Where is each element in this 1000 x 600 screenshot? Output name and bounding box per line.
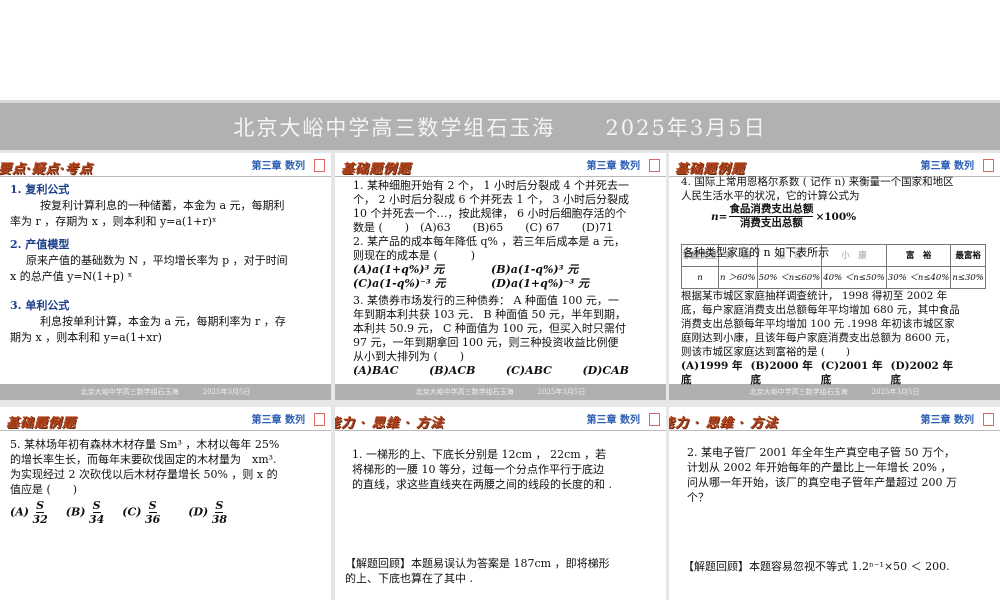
- formula-numerator: 食品消费支出总额: [729, 203, 814, 217]
- option-d: (D)a(1+q%)⁻³ 元: [491, 277, 589, 290]
- slide-title: 能力 · 思维 · 方法: [335, 416, 445, 431]
- slide-thumbnail-3[interactable]: 基础题例题 第三章 数列 4. 国际上常用恩格尔系数 ( 记作 n) 来衡量一个…: [669, 153, 1000, 400]
- slide-title: 要点·疑点·考点: [0, 162, 94, 177]
- slide-grid: 要点·疑点·考点 第三章 数列 1. 复利公式 按复利计算利息的一种储蓄，本金为…: [0, 150, 1000, 600]
- solution-review: 【解题回顾】本题容易忽视不等式 1.2ⁿ⁻¹×50 ＜ 200.: [683, 560, 950, 573]
- footer-school: 北京大峪中学高三数学组石玉海: [415, 388, 514, 396]
- table-header: 富 裕: [885, 244, 952, 267]
- option-denominator: 34: [88, 513, 105, 526]
- question-3: 3. 某债券市场发行的三种债券： A 种面值 100 元，一年到期本利共获 10…: [353, 294, 627, 363]
- slide-thumbnail-1[interactable]: 要点·疑点·考点 第三章 数列 1. 复利公式 按复利计算利息的一种储蓄，本金为…: [0, 153, 331, 400]
- option-c: (C)2001 年底: [820, 360, 883, 386]
- option-a: (A)a(1+q%)³ 元: [353, 263, 445, 276]
- slide-thumbnail-2[interactable]: 基础题例题 第三章 数列 1. 某种细胞开始有 2 个， 1 小时后分裂成 4 …: [335, 153, 666, 400]
- slide-title: 基础题例题: [341, 162, 412, 177]
- option-b: (B)a(1-q%)³ 元: [491, 263, 579, 276]
- seal-icon: [314, 159, 325, 172]
- question-4-intro: 4. 国际上常用恩格尔系数 ( 记作 n) 来衡量一个国家和地区人民生活水平的状…: [681, 176, 954, 202]
- formula-rhs: ×100%: [815, 210, 857, 223]
- footer-date: 2025年3月5日: [537, 388, 586, 396]
- option-d: (D)CAB: [582, 364, 629, 377]
- table-cell: 40% ＜n≤50%: [821, 266, 887, 289]
- table-cell: 30% ＜n≤40%: [885, 266, 952, 289]
- question-2: 2. 某产品的成本每年降低 q% ，若三年后成本是 a 元，则现在的成本是 ( …: [353, 235, 626, 262]
- question-1: 1. 一梯形的上、下底长分别是 12cm ， 22cm ，若将梯形的一腰 10 …: [352, 448, 612, 491]
- option-numerator: S: [92, 499, 101, 513]
- option-label: (B): [65, 505, 86, 519]
- option-label: (A): [10, 505, 29, 519]
- option-denominator: 38: [211, 513, 228, 526]
- seal-icon: [983, 413, 994, 426]
- seal-icon: [649, 159, 660, 172]
- chapter-label: 第三章 数列: [586, 161, 640, 172]
- slide-header: 要点·疑点·考点 第三章 数列: [0, 153, 331, 177]
- seal-icon: [649, 413, 660, 426]
- table-cell: n: [680, 266, 720, 289]
- option-a: (A)1999 年底: [681, 360, 743, 386]
- table-cell: n ＞60%: [718, 266, 758, 289]
- slide-footer: 北京大峪中学高三数学组石玉海 2025年3月5日: [335, 384, 666, 400]
- slide-header: 基础题例题 第三章 数列: [0, 407, 331, 431]
- title-banner: 北京大峪中学高三数学组石玉海 2025年3月5日: [0, 100, 1000, 150]
- slide-header: 能力 · 思维 · 方法 第三章 数列: [669, 407, 1000, 431]
- section-text: 按复利计算利息的一种储蓄，本金为 a 元，每期利率为 r ，存期为 x ，则本利…: [10, 199, 285, 228]
- chapter-label: 第三章 数列: [586, 415, 640, 426]
- seal-icon: [314, 413, 325, 426]
- option-numerator: S: [36, 499, 45, 513]
- option-numerator: S: [215, 499, 224, 513]
- slide-title: 基础题例题: [6, 416, 77, 431]
- formula-lhs: n=: [711, 210, 728, 223]
- slide-thumbnail-6[interactable]: 能力 · 思维 · 方法 第三章 数列 2. 某电子管厂 2001 年全年生产真…: [669, 407, 1000, 600]
- seal-icon: [983, 159, 994, 172]
- chapter-label: 第三章 数列: [251, 415, 305, 426]
- section-text: 利息按单利计算，本金为 a 元，每期利率为 r ，存期为 x ，则本利和 y=a…: [10, 315, 286, 344]
- section-heading: 2. 产值模型: [10, 238, 70, 251]
- table-header: 最富裕: [950, 244, 986, 267]
- option-denominator: 32: [32, 513, 48, 526]
- banner-school: 北京大峪中学高三数学组石玉海: [233, 115, 556, 140]
- question-5-options: (A) S 32 (B) S 34 (C) S 36 (D) S 38: [10, 499, 282, 526]
- footer-date: 2025年3月5日: [871, 388, 920, 396]
- option-denominator: 36: [144, 513, 161, 526]
- question-1: 1. 某种细胞开始有 2 个， 1 小时后分裂成 4 个并死去一个， 2 小时后…: [353, 179, 629, 234]
- option-a: (A)BAC: [353, 364, 399, 377]
- option-b: (B)ACB: [429, 364, 476, 377]
- slide-thumbnail-4[interactable]: 基础题例题 第三章 数列 5. 某林场年初有森林木材存量 Sm³ ，木材以每年 …: [0, 407, 331, 600]
- slide-header: 基础题例题 第三章 数列: [669, 153, 1000, 177]
- section-heading: 1. 复利公式: [10, 183, 70, 196]
- chapter-label: 第三章 数列: [920, 161, 974, 172]
- option-numerator: S: [148, 499, 157, 513]
- option-c: (C)ABC: [505, 364, 552, 377]
- slide-header: 基础题例题 第三章 数列: [335, 153, 666, 177]
- table-header: 小 康: [821, 244, 887, 267]
- option-c: (C)a(1-q%)⁻³ 元: [353, 277, 446, 290]
- slide-thumbnail-5[interactable]: 能力 · 思维 · 方法 第三章 数列 1. 一梯形的上、下底长分别是 12cm…: [335, 407, 666, 600]
- engel-formula: n= 食品消费支出总额 消费支出总额 ×100%: [711, 203, 961, 230]
- slide-header: 能力 · 思维 · 方法 第三章 数列: [335, 407, 666, 431]
- table-cell: 50% ＜n≤60%: [756, 266, 823, 289]
- option-d: (D)2002 年底: [890, 360, 953, 386]
- slide-footer: 北京大峪中学高三数学组石玉海 2025年3月5日: [0, 384, 331, 400]
- option-b: (B)2000 年底: [750, 360, 813, 386]
- chapter-label: 第三章 数列: [920, 415, 974, 426]
- formula-denominator: 消费支出总额: [739, 217, 803, 229]
- slide-title: 能力 · 思维 · 方法: [669, 416, 779, 431]
- table-cell: n≤30%: [950, 266, 986, 289]
- footer-school: 北京大峪中学高三数学组石玉海: [80, 388, 179, 396]
- option-label: (D): [188, 505, 209, 519]
- table-caption: 各种类型家庭的 n 如下表所示: [683, 246, 830, 259]
- option-label: (C): [122, 505, 142, 519]
- footer-school: 北京大峪中学高三数学组石玉海: [749, 388, 848, 396]
- chapter-label: 第三章 数列: [251, 161, 305, 172]
- section-heading: 3. 单利公式: [10, 299, 70, 312]
- question-4-body: 根据某市城区家庭抽样调查统计， 1998 得初至 2002 年底，每户家庭消费支…: [681, 290, 960, 358]
- solution-review: 【解题回顾】本题易误认为答案是 187cm ，即将梯形的上、下底也算在了其中 .: [345, 557, 610, 585]
- section-text: 原来产值的基础数为 N ，平均增长率为 p ，对于时间 x 的总产值 y=N(1…: [10, 254, 288, 283]
- banner-date: 2025年3月5日: [605, 115, 767, 140]
- question-5: 5. 某林场年初有森林木材存量 Sm³ ，木材以每年 25% 的增长率生长，而每…: [10, 438, 280, 496]
- footer-date: 2025年3月5日: [202, 388, 251, 396]
- question-2: 2. 某电子管厂 2001 年全年生产真空电子管 50 万个，计划从 2002 …: [687, 446, 957, 504]
